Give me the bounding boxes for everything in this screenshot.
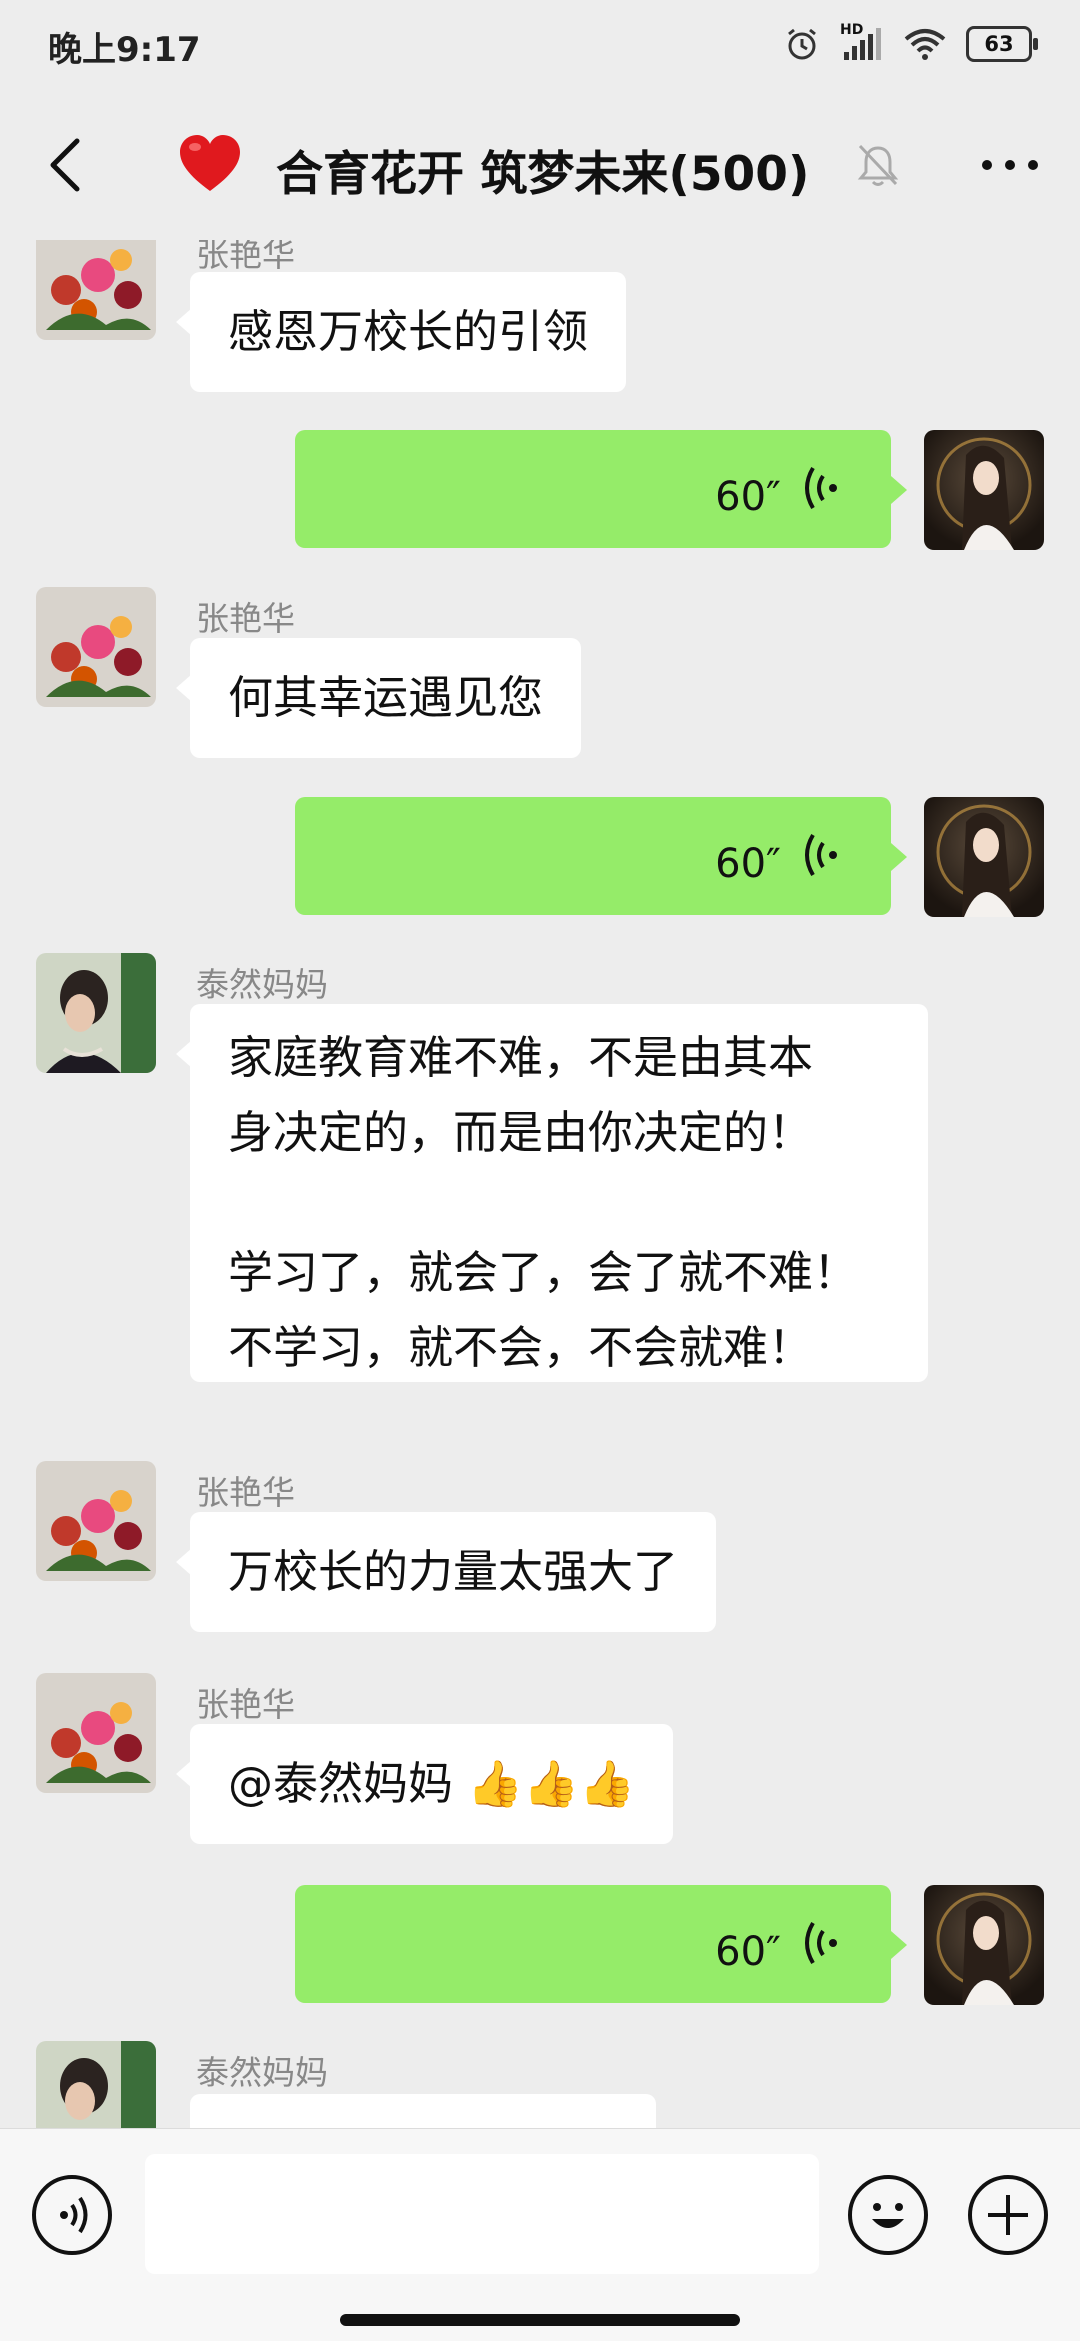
smiley-icon [872, 2203, 904, 2228]
more-functions-button[interactable] [968, 2175, 1048, 2255]
chevron-left-icon [50, 138, 80, 192]
thumbs-up-emoji: 👍👍👍 [467, 1757, 636, 1810]
message-bubble[interactable]: 何其幸运遇见您 [175, 638, 582, 758]
emoji-button[interactable] [848, 2175, 928, 2255]
voice-wave-icon [805, 833, 837, 877]
sender-name: 张艳华 [196, 1473, 295, 1512]
voice-wave-icon [805, 466, 837, 510]
message-bubble[interactable]: @泰然妈妈 👍👍👍 [175, 1724, 674, 1844]
sender-name: 张艳华 [196, 240, 295, 274]
signal-icon: HD [840, 22, 884, 62]
my-avatar[interactable] [924, 797, 1044, 917]
sender-name: 泰然妈妈 [196, 965, 328, 1004]
message-bubble[interactable] [190, 2094, 656, 2128]
message-bubble[interactable]: 家庭教育难不难，不是由其本 身决定的，而是由你决定的！ 学习了，就会了，会了就不… [176, 1004, 928, 1382]
voice-duration: 60″ [715, 1929, 781, 1975]
more-dots-icon [982, 160, 1038, 170]
message-input[interactable] [145, 2154, 819, 2274]
avatar-flowers[interactable] [36, 1673, 156, 1793]
avatar-flowers[interactable] [36, 1461, 156, 1581]
chat-title: 合育花开 筑梦未来(500) [276, 147, 810, 202]
status-time: 晚上9:17 [48, 30, 201, 70]
battery-indicator: 63 [966, 26, 1038, 62]
voice-duration: 60″ [715, 474, 781, 520]
status-icons: HD 63 [784, 22, 1038, 66]
heart-icon [180, 135, 240, 191]
message-line: 身决定的，而是由你决定的！ [228, 1106, 814, 1159]
avatar-woman[interactable] [36, 953, 156, 1073]
message-line: 学习了，就会了，会了就不难！ [228, 1246, 859, 1299]
avatar-woman[interactable] [36, 2041, 156, 2128]
my-avatar[interactable] [924, 1885, 1044, 2005]
alarm-icon [788, 28, 816, 60]
voice-message-bubble[interactable]: 60″ [295, 1885, 907, 2003]
home-indicator[interactable] [340, 2314, 740, 2326]
sender-name: 张艳华 [196, 599, 295, 638]
voice-message-bubble[interactable]: 60″ [295, 797, 907, 915]
message-bubble[interactable]: 感恩万校长的引领 [175, 272, 627, 392]
my-avatar[interactable] [924, 430, 1044, 550]
back-button[interactable] [30, 130, 100, 200]
input-bar [0, 2128, 1080, 2341]
voice-message-bubble[interactable]: 60″ [295, 430, 907, 548]
voice-duration: 60″ [715, 841, 781, 887]
sender-name: 泰然妈妈 [196, 2053, 328, 2092]
voice-input-toggle-button[interactable] [32, 2175, 112, 2255]
message-line: 不学习，就不会，不会就难！ [228, 1321, 814, 1374]
avatar-flowers[interactable] [36, 240, 156, 340]
avatar-flowers[interactable] [36, 587, 156, 707]
mute-bell-icon [857, 144, 899, 186]
voice-wave-icon [60, 2196, 88, 2234]
voice-wave-icon [805, 1921, 837, 1965]
message-bubble[interactable]: 万校长的力量太强大了 [175, 1512, 717, 1632]
mention-text: @泰然妈妈 [228, 1757, 468, 1810]
sender-name: 张艳华 [196, 1685, 295, 1724]
message-line: 家庭教育难不难，不是由其本 [228, 1031, 814, 1084]
chat-header: 合育花开 筑梦未来(500) [0, 90, 1080, 240]
chat-messages[interactable]: 张艳华 感恩万校长的引领 60″ 张艳华 何其幸运遇见您 60″ 泰然妈妈 家庭… [0, 240, 1080, 2128]
status-bar: 晚上9:17 HD 63 [0, 0, 1080, 90]
more-options-button[interactable] [970, 130, 1050, 200]
wifi-icon [904, 29, 946, 60]
message-line [228, 1170, 890, 1235]
plus-icon [988, 2195, 1028, 2235]
